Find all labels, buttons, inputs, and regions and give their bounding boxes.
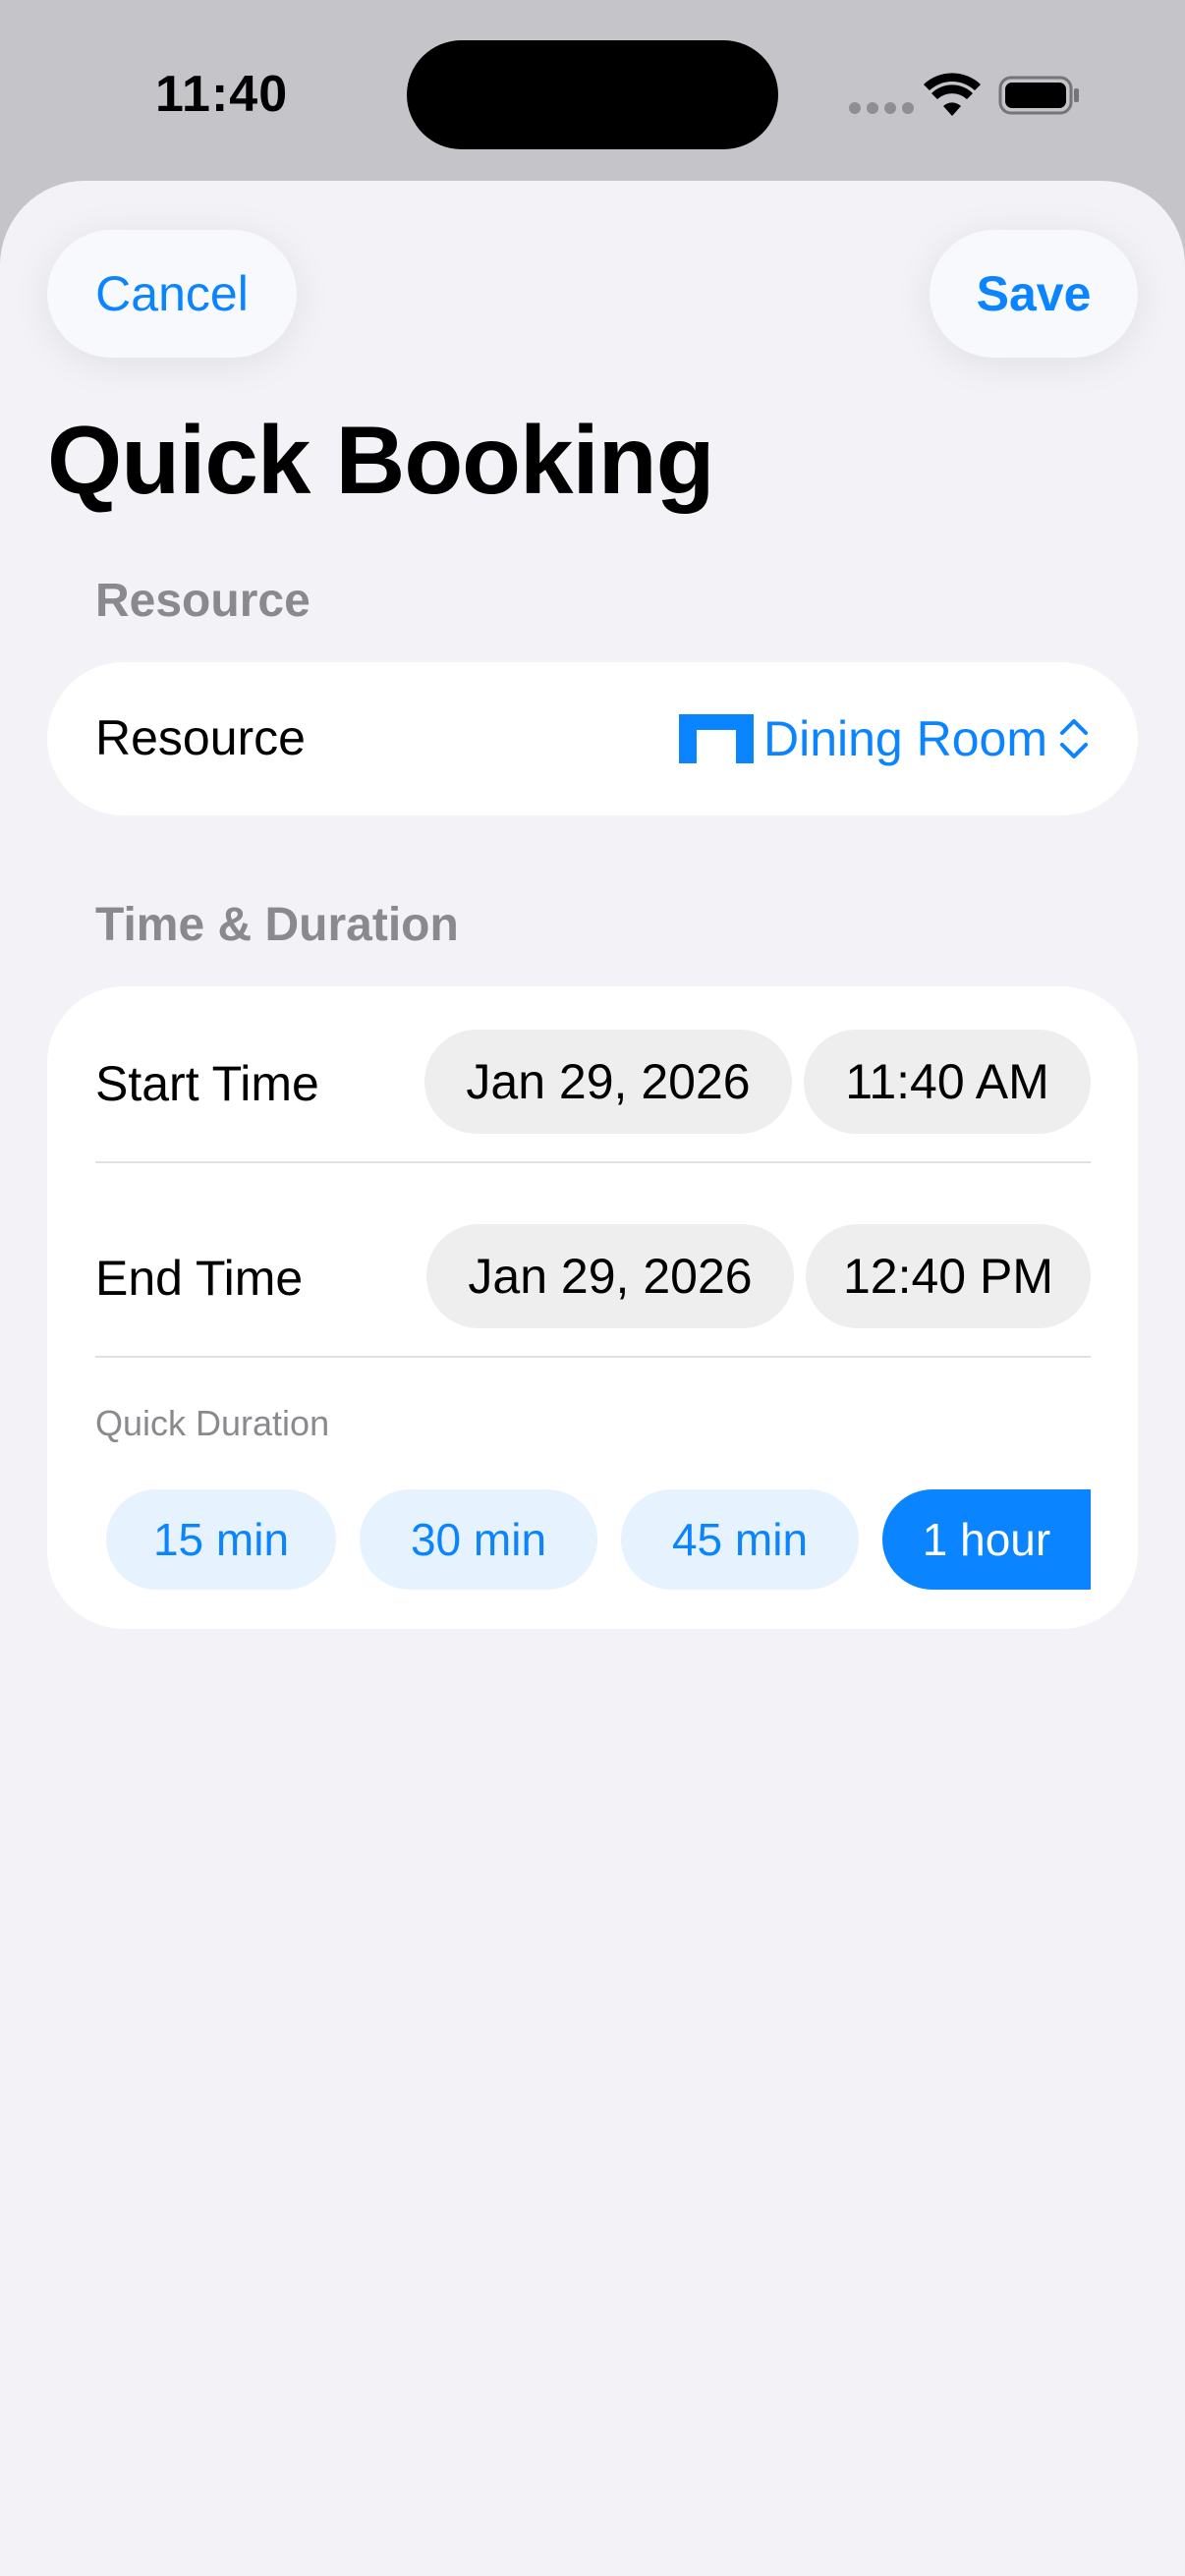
time-card: Start Time Jan 29, 2026 11:40 AM End Tim… xyxy=(47,986,1138,1629)
cancel-button[interactable]: Cancel xyxy=(47,230,297,358)
page-title: Quick Booking xyxy=(47,406,715,514)
status-bar: 11:40 xyxy=(0,0,1185,187)
room-icon xyxy=(678,714,754,763)
duration-chip-15-min[interactable]: 15 min xyxy=(106,1489,336,1590)
dynamic-island xyxy=(407,40,778,149)
resource-picker[interactable]: Dining Room xyxy=(678,709,1091,768)
resource-row-label: Resource xyxy=(95,710,306,765)
booking-sheet: Cancel Save Quick Booking Resource Resou… xyxy=(0,181,1185,2576)
status-time: 11:40 xyxy=(155,66,289,123)
resource-value: Dining Room xyxy=(762,711,1047,766)
duration-chip-45-min[interactable]: 45 min xyxy=(621,1489,859,1590)
section-label-time: Time & Duration xyxy=(95,899,459,951)
battery-icon xyxy=(998,76,1079,115)
chevron-up-down-icon xyxy=(1060,719,1088,758)
duration-chip-1-hour[interactable]: 1 hour xyxy=(882,1489,1091,1590)
duration-chip-30-min[interactable]: 30 min xyxy=(360,1489,597,1590)
wifi-icon xyxy=(924,73,981,116)
resource-card: Resource Dining Room xyxy=(47,662,1138,815)
quick-duration-scroller[interactable]: 15 min 30 min 45 min 1 hour xyxy=(47,986,1091,1635)
cellular-signal-icon xyxy=(849,102,914,114)
section-label-resource: Resource xyxy=(95,575,310,627)
save-button[interactable]: Save xyxy=(930,230,1138,358)
